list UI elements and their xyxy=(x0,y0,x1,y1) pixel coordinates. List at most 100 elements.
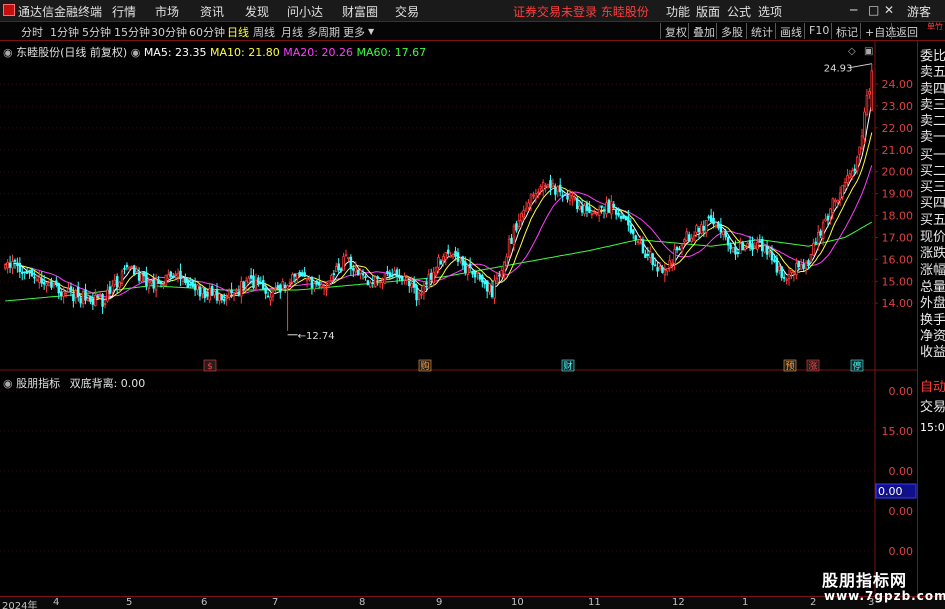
candle-body xyxy=(446,249,450,254)
overlay-button[interactable]: 叠加 xyxy=(688,23,718,39)
mark-button[interactable]: 标记 xyxy=(831,23,861,39)
menu-item-discover[interactable]: 发现 xyxy=(245,3,269,20)
candle-body xyxy=(40,278,43,284)
menu-item-functions[interactable]: 功能 xyxy=(666,3,690,20)
candle-body xyxy=(646,253,650,256)
candle-body xyxy=(159,280,163,285)
side-tab-9[interactable]: 买四 xyxy=(920,195,945,213)
candle-body xyxy=(252,275,255,289)
stock-name[interactable]: 东睦股份(日线 前复权) xyxy=(16,46,127,59)
menu-item-options[interactable]: 选项 xyxy=(758,3,782,20)
side-tab-20[interactable]: 交易 xyxy=(920,399,945,417)
candle-body xyxy=(865,95,869,116)
kline-chart[interactable]: 14.00 15.00 16.00 17.00 18.00 19.00 20.00 21.00… xyxy=(0,41,917,596)
candle-body xyxy=(558,184,562,193)
candle-body xyxy=(6,261,9,269)
candle-body xyxy=(310,276,314,288)
candle-body xyxy=(415,285,418,301)
candle-body xyxy=(683,239,686,243)
side-tab-5[interactable]: 卖一 xyxy=(920,129,945,147)
candle-body xyxy=(527,202,530,208)
candle-body xyxy=(556,186,560,192)
side-tab-19[interactable]: 自动 xyxy=(920,379,945,397)
adjust-button[interactable]: 复权 xyxy=(660,23,690,39)
close-icon[interactable]: ✕ xyxy=(884,3,894,17)
period-1min[interactable]: 1分钟 xyxy=(50,24,79,40)
axis-month-label: 7 xyxy=(272,597,279,608)
candle-body xyxy=(218,293,221,302)
candle-body xyxy=(782,276,786,279)
price-tick-label: 14.00 xyxy=(882,297,914,310)
chevron-down-icon[interactable]: ▼ xyxy=(368,27,374,36)
price-tick-label: 17.00 xyxy=(882,231,914,244)
side-tab-12[interactable]: 涨跌 xyxy=(920,245,945,263)
back-button[interactable]: 返回 xyxy=(891,23,921,39)
candle-body xyxy=(91,298,95,305)
menu-item-quotes[interactable]: 行情 xyxy=(112,3,136,20)
candle-body xyxy=(726,237,730,246)
side-tab-1[interactable]: 卖五 xyxy=(920,64,945,82)
statistics-button[interactable]: 统计 xyxy=(746,23,776,39)
menu-item-wealth[interactable]: 财富圈 xyxy=(342,3,378,20)
candle-body xyxy=(213,291,216,296)
period-weekly[interactable]: 周线 xyxy=(253,24,275,40)
maximize-icon[interactable]: □ xyxy=(868,3,879,17)
candle-body xyxy=(722,230,725,236)
candle-body xyxy=(534,192,538,199)
period-daily[interactable]: 日线 xyxy=(227,24,249,40)
candle-body xyxy=(120,270,124,284)
candle-body xyxy=(544,184,547,187)
candle-body xyxy=(490,285,494,298)
minimize-icon[interactable]: ─ xyxy=(850,3,857,17)
watermark-url: www.7gpzb.com xyxy=(824,589,945,603)
f10-button[interactable]: F10 xyxy=(804,23,832,39)
period-monthly[interactable]: 月线 xyxy=(281,24,303,40)
candle-body xyxy=(74,290,78,299)
period-60min[interactable]: 60分钟 xyxy=(189,24,225,40)
period-more[interactable]: 更多 xyxy=(343,24,365,40)
candle-body xyxy=(522,210,525,218)
period-toolbar: 分时 1分钟 5分钟 15分钟 30分钟 60分钟 日线 周线 月线 多周期 更… xyxy=(0,22,945,41)
candle-body xyxy=(848,173,852,178)
side-tab-21[interactable]: 15:00 xyxy=(920,419,945,437)
menu-item-ask[interactable]: 问小达 xyxy=(287,3,323,20)
candle-body xyxy=(128,266,131,270)
candle-body xyxy=(30,268,34,277)
candle-body xyxy=(651,253,654,265)
event-marker-label: 购 xyxy=(420,360,429,372)
candle-body xyxy=(79,297,82,304)
side-tab-18[interactable]: 收益 xyxy=(920,344,945,362)
menu-item-layout[interactable]: 版面 xyxy=(696,3,720,20)
candle-body xyxy=(398,276,401,279)
indicator-name[interactable]: 股朋指标 xyxy=(16,377,60,390)
candle-body xyxy=(381,280,384,283)
period-5min[interactable]: 5分钟 xyxy=(82,24,111,40)
side-tab-15[interactable]: 外盘 xyxy=(920,295,945,313)
menu-item-news[interactable]: 资讯 xyxy=(200,3,224,20)
candle-body xyxy=(790,270,793,273)
candle-body xyxy=(101,294,104,307)
side-tab-10[interactable]: 买五 xyxy=(920,212,945,230)
candle-body xyxy=(371,282,375,285)
candle-body xyxy=(483,280,487,285)
candle-body xyxy=(257,277,260,284)
legend-settings-icon[interactable]: ◉ xyxy=(3,46,13,59)
guest-login[interactable]: 游客 xyxy=(907,3,931,20)
candle-body xyxy=(539,186,542,189)
period-multi[interactable]: 多周期 xyxy=(307,24,340,40)
draw-line-button[interactable]: 画线 xyxy=(775,23,805,39)
menu-item-formula[interactable]: 公式 xyxy=(727,3,751,20)
candle-body xyxy=(580,205,584,213)
period-15min[interactable]: 15分钟 xyxy=(114,24,150,40)
candle-body xyxy=(588,206,591,213)
side-tab-13[interactable]: 涨幅 xyxy=(920,262,945,280)
period-30min[interactable]: 30分钟 xyxy=(151,24,187,40)
menu-item-market[interactable]: 市场 xyxy=(155,3,179,20)
candle-body xyxy=(705,219,708,233)
menu-item-trade[interactable]: 交易 xyxy=(395,3,419,20)
multi-stock-button[interactable]: 多股 xyxy=(716,23,746,39)
candle-body xyxy=(3,264,7,269)
indicator-settings-icon[interactable]: ◉ xyxy=(3,377,13,390)
candle-body xyxy=(748,240,752,247)
period-intraday[interactable]: 分时 xyxy=(21,24,43,40)
